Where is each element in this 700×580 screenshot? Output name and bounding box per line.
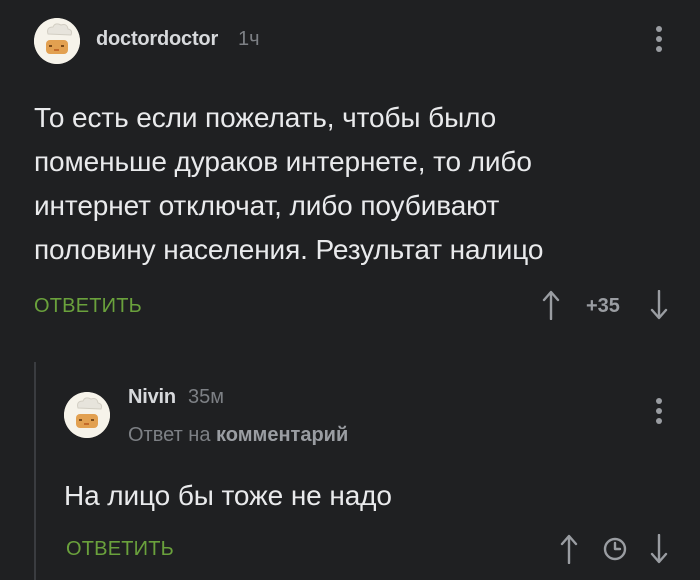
comment-text-line: То есть если пожелать, чтобы было (34, 102, 497, 133)
reply-button[interactable]: ОТВЕТИТЬ (66, 538, 174, 561)
reply-time: 35м (188, 386, 224, 408)
comment-text-line: половину населения. Результат налицо (34, 234, 544, 265)
kebab-menu-icon[interactable] (654, 398, 664, 424)
comment-author[interactable]: doctordoctor (96, 28, 218, 51)
arrow-down-icon[interactable] (650, 290, 668, 320)
arrow-down-icon[interactable] (650, 534, 668, 564)
arrow-up-icon[interactable] (560, 534, 578, 564)
thread-line (34, 362, 36, 580)
reply-author[interactable]: Nivin (128, 386, 176, 409)
comment-text: То есть если пожелать, чтобы было помень… (34, 96, 674, 272)
comment-time: 1ч (238, 28, 260, 50)
reply-to-link[interactable]: комментарий (216, 424, 348, 446)
chef-avatar-icon (34, 18, 80, 64)
reply-text: На лицо бы тоже не надо (64, 480, 392, 511)
comment-text-line: интернет отключат, либо поубивают (34, 190, 500, 221)
reply-to-label: Ответ на комментарий (128, 424, 348, 447)
rating-counter: +35 (586, 295, 620, 317)
reply-button[interactable]: ОТВЕТИТЬ (34, 295, 142, 318)
reply-to-prefix: Ответ на (128, 424, 211, 446)
avatar[interactable] (64, 392, 110, 438)
comment-text-line: поменьше дураков интернете, то либо (34, 146, 532, 177)
chef-avatar-icon (64, 392, 110, 438)
avatar[interactable] (34, 18, 80, 64)
kebab-menu-icon[interactable] (654, 26, 664, 52)
comments-page: doctordoctor 1ч То есть если пожелать, ч… (0, 0, 700, 580)
arrow-up-icon[interactable] (542, 290, 560, 320)
clock-icon (603, 537, 627, 561)
